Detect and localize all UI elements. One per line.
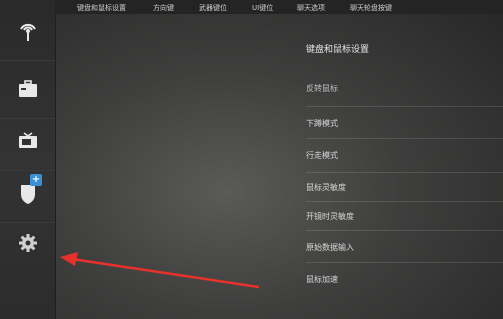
- game-settings-screen: + 键盘和鼠标设置 方向键 武器键位 UI键位 聊天选项 聊天轮盘按键 键盘和鼠…: [0, 0, 503, 319]
- annotation-arrow: [60, 252, 260, 289]
